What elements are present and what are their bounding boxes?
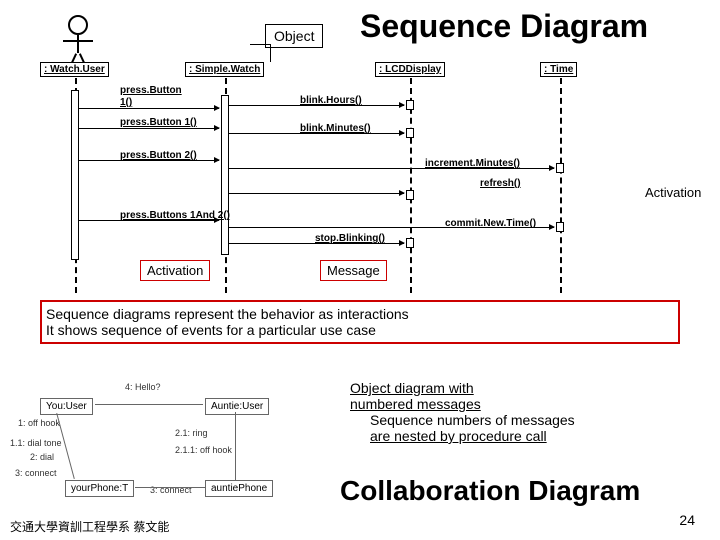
activation-bar — [71, 90, 79, 260]
description-line: It shows sequence of events for a partic… — [46, 322, 674, 338]
collaboration-diagram: You:User Auntie:User yourPhone:T auntieP… — [10, 380, 330, 505]
footer-text: 交通大學資訓工程學系 蔡文能 — [10, 518, 169, 535]
arrow — [79, 220, 219, 221]
message-label: Message — [320, 260, 387, 281]
arrow — [79, 128, 219, 129]
collab-line — [235, 412, 236, 480]
side-line: are nested by procedure call — [370, 428, 575, 444]
collab-msg: 2: dial — [30, 452, 54, 462]
arrow — [229, 227, 554, 228]
arrow — [79, 108, 219, 109]
collab-msg: 2.1.1: off hook — [175, 445, 232, 455]
arrow — [229, 168, 554, 169]
collab-msg: 3: connect — [15, 468, 57, 478]
description-line: Sequence diagrams represent the behavior… — [46, 306, 674, 322]
lifeline-simple: : Simple.Watch — [185, 62, 264, 77]
message-text: press.Button 1() — [120, 117, 197, 128]
side-line: Object diagram with — [350, 380, 575, 396]
lifeline-time: : Time — [540, 62, 577, 77]
collab-line — [135, 487, 205, 488]
collab-line — [95, 404, 203, 405]
arrow — [229, 193, 404, 194]
collab-node: yourPhone:T — [65, 480, 134, 497]
activation-bar — [556, 163, 564, 173]
description-box: Sequence diagrams represent the behavior… — [40, 300, 680, 344]
activation-bar — [221, 95, 229, 255]
activation-label: Activation — [140, 260, 210, 281]
lifeline-dash — [560, 78, 562, 293]
arrow — [229, 243, 404, 244]
side-line: Sequence numbers of messages — [370, 412, 575, 428]
activation-bar — [406, 100, 414, 110]
collab-node: Auntie:User — [205, 398, 269, 415]
message-text: refresh() — [480, 178, 521, 189]
arrow — [79, 160, 219, 161]
callout-line — [270, 44, 271, 62]
collab-msg: 1: off hook — [18, 418, 60, 428]
activation-label-right: Activation — [645, 185, 701, 200]
activation-bar — [556, 222, 564, 232]
collab-node: You:User — [40, 398, 93, 415]
side-text: Object diagram with numbered messages Se… — [350, 380, 575, 444]
activation-bar — [406, 238, 414, 248]
callout-line — [250, 44, 270, 45]
collab-msg: 1.1: dial tone — [10, 438, 62, 448]
lifeline-dash — [410, 78, 412, 293]
side-line: numbered messages — [350, 396, 575, 412]
activation-bar — [406, 128, 414, 138]
collab-title: Collaboration Diagram — [340, 475, 640, 507]
lifeline-actor: : Watch.User — [40, 62, 109, 77]
collab-node: auntiePhone — [205, 480, 273, 497]
page-title: Sequence Diagram — [360, 8, 648, 45]
collab-msg: 4: Hello? — [125, 382, 161, 392]
actor-icon — [68, 15, 88, 68]
message-text: press.Button — [120, 85, 182, 96]
object-label: Object — [265, 24, 323, 48]
page-number: 24 — [679, 512, 695, 528]
lifeline-lcd: : LCDDisplay — [375, 62, 445, 77]
message-text: 1() — [120, 97, 132, 108]
arrow — [229, 105, 404, 106]
collab-msg: 2.1: ring — [175, 428, 208, 438]
arrow — [229, 133, 404, 134]
activation-bar — [406, 190, 414, 200]
